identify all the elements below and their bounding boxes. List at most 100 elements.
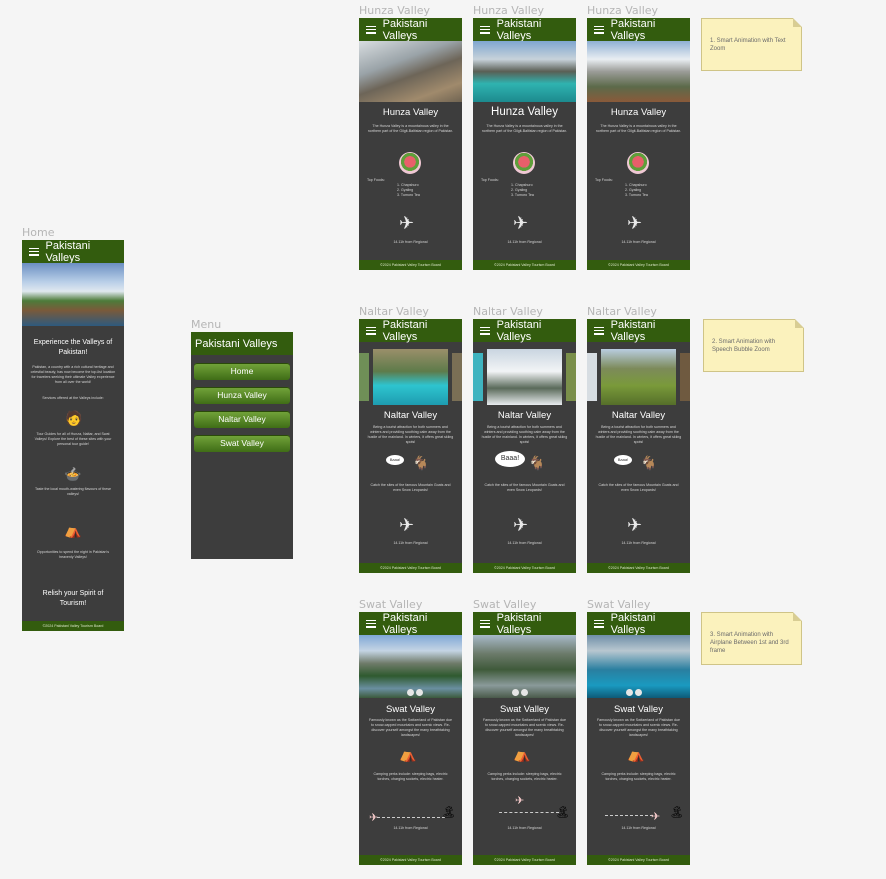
- app-header: Pakistani Valleys: [359, 18, 462, 42]
- menu-item-swat[interactable]: Swat Valley: [194, 435, 290, 452]
- naltar-meadow-image[interactable]: [601, 349, 676, 405]
- footer: ©2024 Pakistani Valley Tourism Board: [473, 855, 576, 865]
- frame-label-swat: Swat Valley: [473, 598, 537, 611]
- naltar-snow-image[interactable]: [487, 349, 562, 405]
- swat-description: Famously known as the Switzerland of Pak…: [482, 718, 567, 737]
- frame-label-naltar: Naltar Valley: [587, 305, 657, 318]
- naltar-title: Naltar Valley: [611, 410, 666, 421]
- speech-bubble: Baaa!: [386, 455, 404, 465]
- carousel-next-image[interactable]: [680, 353, 690, 401]
- food-item: 3. Tumoro Tea: [625, 193, 648, 197]
- footer: ©2024 Pakistani Valley Tourism Board: [22, 621, 124, 631]
- flight-path: [377, 817, 445, 818]
- frame-label-naltar: Naltar Valley: [473, 305, 543, 318]
- frame-label-naltar: Naltar Valley: [359, 305, 429, 318]
- menu-frame: Pakistani Valleys Home Hunza Valley Nalt…: [191, 332, 293, 559]
- frame-label-hunza: Hunza Valley: [359, 4, 431, 17]
- hamburger-menu-icon[interactable]: [480, 619, 490, 628]
- airplane-icon: ✈: [515, 795, 525, 807]
- hunza-description: The Hunza Valley is a mountainous valley…: [481, 124, 568, 133]
- menu-item-hunza[interactable]: Hunza Valley: [194, 387, 290, 404]
- camping-perks: Camping perks include: sleeping bags, el…: [373, 772, 448, 781]
- carousel-prev-image[interactable]: [359, 353, 369, 401]
- footer: ©2024 Pakistani Valley Tourism Board: [587, 260, 690, 270]
- food-plate-icon: [627, 152, 649, 174]
- app-header: Pakistani Valleys: [359, 612, 462, 636]
- swat-frame-3: Pakistani Valleys Swat Valley Famously k…: [587, 612, 690, 865]
- carousel-dots[interactable]: [512, 689, 528, 696]
- distance-text: 14.11h from Regional: [621, 541, 656, 545]
- camping-perks: Camping perks include: sleeping bags, el…: [487, 772, 562, 781]
- naltar-lake-image[interactable]: [373, 349, 448, 405]
- swat-title: Swat Valley: [500, 704, 549, 715]
- carousel-next-image[interactable]: [566, 353, 576, 401]
- naltar-description: Being a tourist attraction for both summ…: [481, 425, 568, 444]
- frame-label-swat: Swat Valley: [359, 598, 423, 611]
- hamburger-menu-icon[interactable]: [29, 247, 39, 256]
- goats-text: Catch the sites of the famous Mountain G…: [484, 483, 565, 492]
- island-icon: 🏝: [669, 805, 685, 819]
- footer: ©2024 Pakistani Valley Tourism Board: [473, 260, 576, 270]
- footer: ©2024 Pakistani Valley Tourism Board: [359, 855, 462, 865]
- home-closing: Relish your Spirit of Tourism!: [42, 590, 104, 607]
- service-camping: Opportunities to spend the night in Paki…: [36, 550, 109, 559]
- hunza-title: Hunza Valley: [610, 107, 667, 118]
- footer: ©2024 Pakistani Valley Tourism Board: [359, 563, 462, 573]
- menu-item-naltar[interactable]: Naltar Valley: [194, 411, 290, 428]
- frame-label-home: Home: [22, 226, 55, 239]
- camping-tent-icon: ⛺: [399, 746, 417, 762]
- swat-title: Swat Valley: [386, 704, 435, 715]
- hunza-title: Hunza Valley: [382, 107, 439, 118]
- app-header: Pakistani Valleys: [473, 319, 576, 343]
- app-title: Pakistani Valleys: [382, 319, 428, 343]
- swat-title: Swat Valley: [614, 704, 663, 715]
- goats-text: Catch the sites of the famous Mountain G…: [370, 483, 451, 492]
- app-title: Pakistani Valleys: [195, 337, 278, 350]
- app-title: Pakistani Valleys: [496, 319, 542, 343]
- service-food: Taste the local mouth-watering flavours …: [34, 487, 112, 496]
- hamburger-menu-icon[interactable]: [366, 326, 376, 335]
- speech-bubble: Baaa!: [614, 455, 632, 465]
- carousel-dots[interactable]: [407, 689, 423, 696]
- airplane-icon: ✈: [651, 811, 661, 823]
- hamburger-menu-icon[interactable]: [594, 326, 604, 335]
- hunza-description: The Hunza Valley is a mountainous valley…: [367, 124, 454, 133]
- app-header: Pakistani Valleys: [587, 612, 690, 636]
- food-item: 3. Tumoro Tea: [397, 193, 420, 197]
- home-headline: Experience the Valleys of Pakistan!: [33, 339, 113, 356]
- hunza-description: The Hunza Valley is a mountainous valley…: [595, 124, 682, 133]
- swat-frame-1: Pakistani Valleys Swat Valley Famously k…: [359, 612, 462, 865]
- hunza-frame-3: Pakistani Valleys Hunza Valley The Hunza…: [587, 18, 690, 270]
- app-header: Pakistani Valleys: [587, 319, 690, 343]
- flight-path: [499, 812, 559, 813]
- carousel-prev-image[interactable]: [587, 353, 597, 401]
- app-header: Pakistani Valleys: [473, 18, 576, 42]
- hamburger-menu-icon[interactable]: [366, 25, 376, 34]
- app-header: Pakistani Valleys: [191, 332, 293, 355]
- goats-text: Catch the sites of the famous Mountain G…: [598, 483, 679, 492]
- distance-text: 14.11h from Regional: [393, 541, 428, 545]
- menu-item-home[interactable]: Home: [194, 363, 290, 380]
- hamburger-menu-icon[interactable]: [480, 25, 490, 34]
- carousel-prev-image[interactable]: [473, 353, 483, 401]
- app-title: Pakistani Valleys: [610, 612, 656, 636]
- frame-label-hunza: Hunza Valley: [473, 4, 545, 17]
- carousel-next-image[interactable]: [452, 353, 462, 401]
- airplane-icon: ✈: [513, 213, 529, 233]
- app-title: Pakistani Valleys: [496, 612, 542, 636]
- hamburger-menu-icon[interactable]: [480, 326, 490, 335]
- carousel-dots[interactable]: [626, 689, 642, 696]
- camping-tent-icon: ⛺: [627, 746, 645, 762]
- distance-text: 14.11h from Regional: [621, 826, 656, 830]
- hamburger-menu-icon[interactable]: [366, 619, 376, 628]
- island-icon: 🏝: [555, 805, 571, 819]
- distance-text: 14.11h from Regional: [393, 240, 428, 244]
- hamburger-menu-icon[interactable]: [594, 25, 604, 34]
- swat-description: Famously known as the Switzerland of Pak…: [368, 718, 453, 737]
- airplane-icon: ✈: [513, 515, 529, 535]
- frame-label-swat: Swat Valley: [587, 598, 651, 611]
- home-intro: Pakistan, a country with a rich cultural…: [30, 365, 116, 384]
- camping-tent-icon: ⛺: [64, 522, 82, 538]
- camping-perks: Camping perks include: sleeping bags, el…: [601, 772, 676, 781]
- hamburger-menu-icon[interactable]: [594, 619, 604, 628]
